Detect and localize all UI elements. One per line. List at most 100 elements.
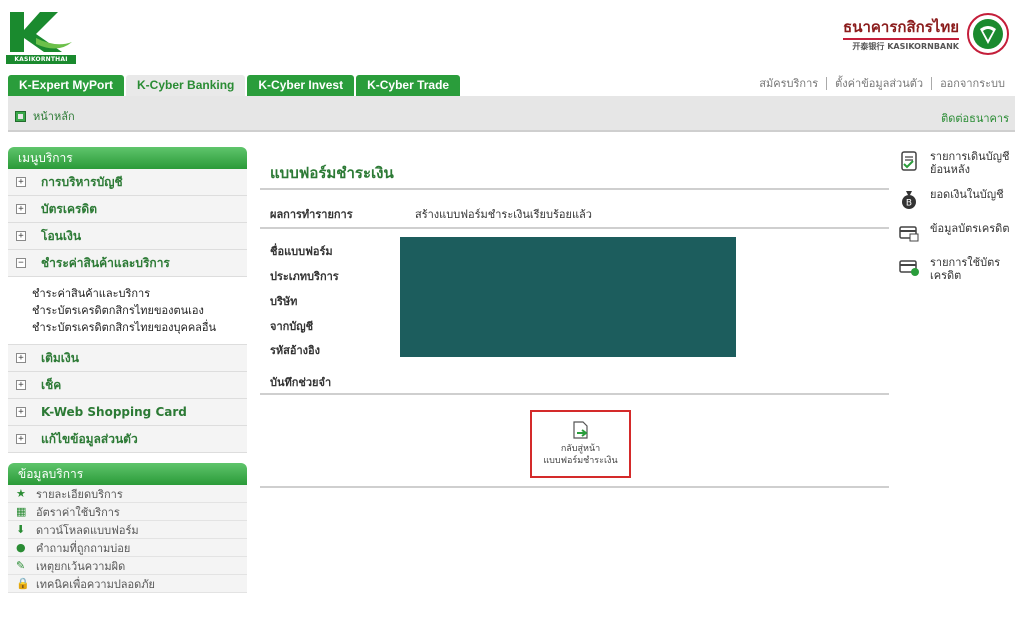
quick-link-label: รายการใช้บัตรเครดิต [930,256,1001,282]
quick-link-credit-card-info[interactable]: ข้อมูลบัตรเครดิต [898,222,1018,244]
sidebar-item-account-management[interactable]: + การบริหารบัญชี [8,169,247,196]
faq-icon: ● [16,541,26,554]
sidebar-item-label: เช็ค [41,377,62,392]
bank-brand: ธนาคารกสิกรไทย 开泰银行 KASIKORNBANK [843,8,1009,60]
sidebar-item-edit-profile[interactable]: + แก้ไขข้อมูลส่วนตัว [8,426,247,453]
expand-icon: + [16,231,26,241]
result-value: สร้างแบบฟอร์มชำระเงินเรียบร้อยแล้ว [415,208,592,221]
quick-link-card-usage[interactable]: รายการใช้บัตรเครดิต [898,256,1018,282]
result-label: ผลการทำรายการ [270,208,353,221]
quick-link-label: ข้อมูลบัตรเครดิต [930,222,1010,235]
logo-caption: KASIKORNTHAI [6,55,76,64]
divider [260,393,889,395]
info-faq[interactable]: ● คำถามที่ถูกถามบ่อย [8,539,247,557]
home-icon [15,110,26,122]
expand-icon: + [16,380,26,390]
card-usage-icon [899,260,919,276]
settings-link[interactable]: ตั้งค่าข้อมูลส่วนตัว [827,74,931,92]
bank-name-thai: ธนาคารกสิกรไทย [843,17,959,40]
contact-bank-link[interactable]: ติดต่อธนาคาร [941,109,1009,127]
info-security-tips[interactable]: 🔒 เทคนิคเพื่อความปลอดภัย [8,575,247,593]
info-label: คำถามที่ถูกถามบ่อย [36,541,131,555]
money-bag-icon: B [902,191,916,209]
sidebar-item-transfer[interactable]: + โอนเงิน [8,223,247,250]
quick-link-label: ยอดเงินในบัญชี [930,188,1004,201]
divider [260,486,889,488]
collapse-icon: − [16,258,26,268]
bank-name-english: 开泰银行 KASIKORNBANK [852,41,959,51]
sidebar-item-label: โอนเงิน [41,228,82,243]
sidebar-item-label: K-Web Shopping Card [41,405,187,419]
field-company-label: บริษัท [270,295,298,308]
page-title: แบบฟอร์มชำระเงิน [270,164,394,182]
info-label: ดาวน์โหลดแบบฟอร์ม [36,523,139,537]
field-reference-code-label: รหัสอ้างอิง [270,344,321,357]
info-label: อัตราค่าใช้บริการ [36,505,120,519]
home-link[interactable]: หน้าหลัก [15,107,75,125]
expand-icon: + [16,204,26,214]
submenu-pay-own-credit-card[interactable]: ชำระบัตรเครดิตกสิกรไทยของตนเอง [32,302,247,319]
field-memo-label: บันทึกช่วยจำ [270,376,332,389]
disclaimer-icon: ✎ [16,559,26,572]
svg-text:B: B [906,199,912,209]
divider [260,227,889,229]
calculator-icon: ▦ [16,505,27,518]
bill-payment-submenu: ชำระค่าสินค้าและบริการ ชำระบัตรเครดิตกสิ… [8,277,247,345]
quick-link-account-balance[interactable]: B ยอดเงินในบัญชี [898,188,1018,210]
sidebar-item-label: การบริหารบัญชี [41,174,123,189]
back-button-label-line1: กลับสู่หน้า [560,444,601,454]
register-link[interactable]: สมัครบริการ [751,74,826,92]
quick-link-statement[interactable]: รายการเดินบัญชีย้อนหลัง [898,150,1018,176]
tab-k-cyber-banking[interactable]: K-Cyber Banking [126,75,246,96]
logout-link[interactable]: ออกจากระบบ [932,74,1013,92]
home-label: หน้าหลัก [33,110,75,123]
star-icon: ★ [16,487,26,500]
info-disclaimer[interactable]: ✎ เหตุยกเว้นความผิด [8,557,247,575]
product-tabs: K-Expert MyPort K-Cyber Banking K-Cyber … [8,75,462,96]
info-service-details[interactable]: ★ รายละเอียดบริการ [8,485,247,503]
field-form-name-label: ชื่อแบบฟอร์ม [270,245,333,258]
top-links: สมัครบริการ ตั้งค่าข้อมูลส่วนตัว ออกจากร… [751,74,1013,92]
service-menu-header: เมนูบริการ [8,147,247,169]
document-back-icon [572,421,588,439]
submenu-pay-other-credit-card[interactable]: ชำระบัตรเครดิตกสิกรไทยของบุคคลอื่น [32,319,247,336]
sidebar-item-bill-payment[interactable]: − ชำระค่าสินค้าและบริการ [8,250,247,277]
tab-k-cyber-trade[interactable]: K-Cyber Trade [356,75,461,96]
expand-icon: + [16,353,26,363]
sidebar-item-top-up[interactable]: + เติมเงิน [8,345,247,372]
sidebar-item-label: แก้ไขข้อมูลส่วนตัว [41,431,138,446]
credit-card-icon [899,226,919,242]
divider [260,188,889,190]
submenu-pay-goods-services[interactable]: ชำระค่าสินค้าและบริการ [32,285,247,302]
sidebar-item-k-web-shopping-card[interactable]: + K-Web Shopping Card [8,399,247,426]
sub-navigation-bar: หน้าหลัก ติดต่อธนาคาร [8,96,1015,132]
expand-icon: + [16,177,26,187]
quick-links-panel: รายการเดินบัญชีย้อนหลัง B ยอดเงินในบัญชี… [898,150,1018,294]
sidebar-item-label: เติมเงิน [41,350,79,365]
field-service-type-label: ประเภทบริการ [270,270,339,283]
tab-k-expert-myport[interactable]: K-Expert MyPort [8,75,125,96]
sidebar-item-label: บัตรเครดิต [41,201,98,216]
field-from-account-label: จากบัญชี [270,320,314,333]
info-download-forms[interactable]: ⬇ ดาวน์โหลดแบบฟอร์ม [8,521,247,539]
info-service-fees[interactable]: ▦ อัตราค่าใช้บริการ [8,503,247,521]
info-label: เหตุยกเว้นความผิด [36,559,126,573]
sidebar: เมนูบริการ + การบริหารบัญชี + บัตรเครดิต… [8,147,247,593]
quick-link-label: รายการเดินบัญชีย้อนหลัง [930,150,1010,176]
sidebar-item-label: ชำระค่าสินค้าและบริการ [41,255,170,270]
lock-icon: 🔒 [16,577,30,590]
redacted-details-block [400,237,736,357]
download-icon: ⬇ [16,523,26,536]
info-label: รายละเอียดบริการ [36,487,123,501]
expand-icon: + [16,407,26,417]
sidebar-item-cheque[interactable]: + เช็ค [8,372,247,399]
statement-icon [901,151,917,171]
service-info-header: ข้อมูลบริการ [8,463,247,485]
expand-icon: + [16,434,26,444]
tab-k-cyber-invest[interactable]: K-Cyber Invest [247,75,355,96]
back-to-payment-form-button[interactable]: กลับสู่หน้า แบบฟอร์มชำระเงิน [530,410,631,478]
info-label: เทคนิคเพื่อความปลอดภัย [36,577,155,591]
sidebar-item-credit-card[interactable]: + บัตรเครดิต [8,196,247,223]
k-letter-icon [10,12,72,52]
back-button-label-line2: แบบฟอร์มชำระเงิน [543,456,618,466]
